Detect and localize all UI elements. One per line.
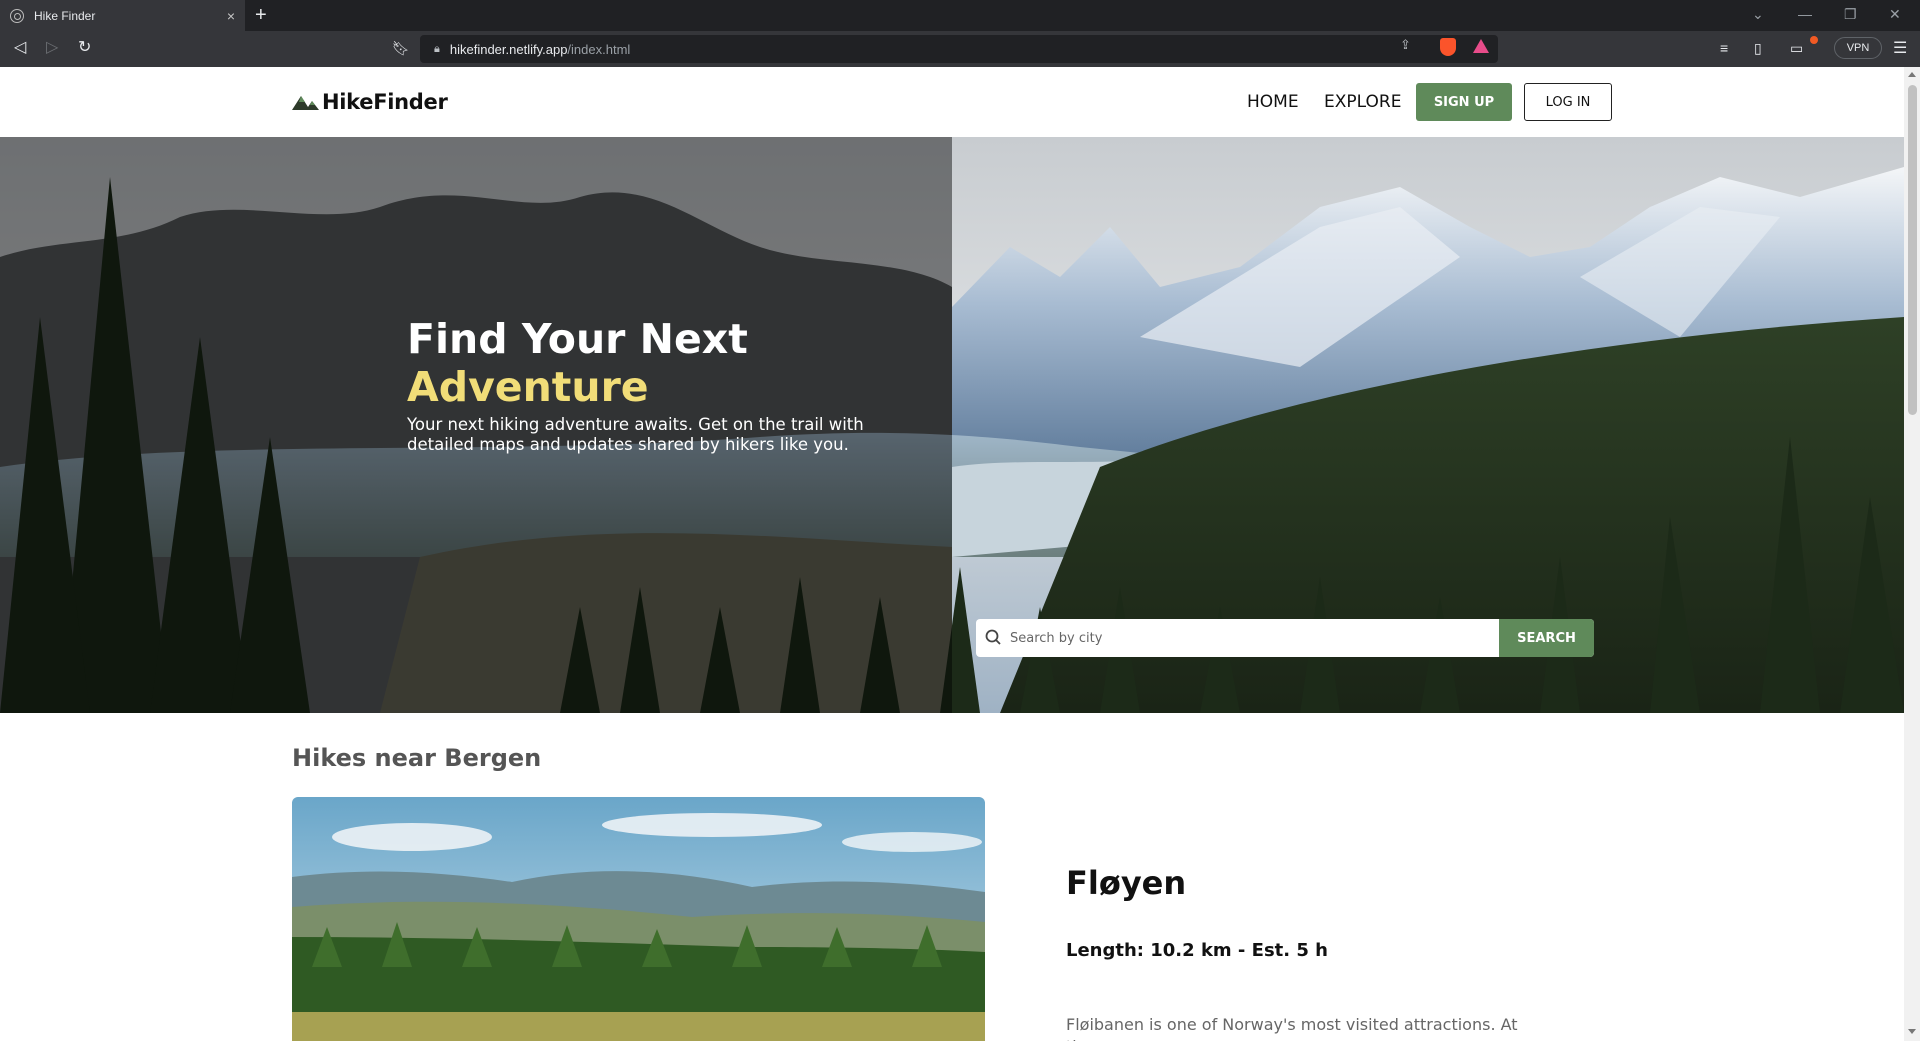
restore-icon[interactable]: ❐: [1844, 6, 1857, 23]
search-bar: SEARCH: [976, 619, 1594, 657]
tab-close-icon[interactable]: ×: [227, 8, 235, 24]
brave-shields-icon[interactable]: [1440, 38, 1456, 56]
hero-title: Find Your Next Adventure: [407, 315, 748, 411]
search-button[interactable]: SEARCH: [1499, 619, 1594, 657]
browser-tab-active[interactable]: Hike Finder ×: [0, 0, 245, 31]
hike-description: Fløibanen is one of Norway's most visite…: [1066, 1015, 1518, 1041]
section-title: Hikes near Bergen: [292, 744, 542, 772]
forward-icon[interactable]: ▷: [46, 39, 58, 57]
hero-subtitle: Your next hiking adventure awaits. Get o…: [407, 415, 864, 454]
globe-icon: [10, 8, 24, 23]
hero-title-accent: Adventure: [407, 363, 649, 411]
hike-photo: [292, 797, 985, 1041]
reload-icon[interactable]: ↻: [78, 39, 91, 57]
page-scrollbar[interactable]: [1904, 67, 1920, 1041]
hero-section: Find Your Next Adventure Your next hikin…: [0, 137, 1904, 713]
playlist-icon[interactable]: ≡: [1720, 39, 1728, 57]
browser-toolbar: ◁ ▷ ↻ 🔖︎ 🔒︎ hikefinder.netlify.app /inde…: [0, 31, 1920, 67]
hero-title-line1: Find Your Next: [407, 315, 748, 363]
tab-title: Hike Finder: [34, 8, 96, 23]
nav-home[interactable]: HOME: [1247, 92, 1299, 112]
login-button[interactable]: LOG IN: [1524, 83, 1612, 121]
hike-image[interactable]: [292, 797, 985, 1041]
notification-badge: [1810, 36, 1818, 44]
tab-search-chevron-icon[interactable]: ⌄: [1752, 6, 1764, 23]
bookmark-icon[interactable]: 🔖︎: [392, 39, 410, 57]
logo-text: HikeFinder: [322, 90, 448, 114]
scrollbar-thumb[interactable]: [1908, 85, 1917, 415]
close-window-icon[interactable]: ✕: [1889, 6, 1901, 23]
hike-name[interactable]: Fløyen: [1066, 864, 1186, 902]
site-header: HikeFinder HOME EXPLORE SIGN UP LOG IN: [0, 67, 1904, 137]
signup-button[interactable]: SIGN UP: [1416, 83, 1512, 121]
scroll-up-icon[interactable]: [1908, 72, 1916, 77]
hike-length: Length: 10.2 km - Est. 5 h: [1066, 940, 1328, 961]
sidebar-icon[interactable]: ▯: [1754, 39, 1762, 57]
url-host: hikefinder.netlify.app: [449, 41, 568, 57]
share-icon[interactable]: ⇪: [1400, 37, 1411, 53]
search-icon: [976, 619, 1010, 657]
vpn-button[interactable]: VPN: [1834, 37, 1882, 59]
back-icon[interactable]: ◁: [14, 39, 26, 57]
brave-rewards-icon[interactable]: [1473, 39, 1489, 53]
minimize-icon[interactable]: —: [1798, 6, 1812, 22]
menu-icon[interactable]: ☰: [1893, 38, 1907, 58]
mountain-logo-icon: [292, 96, 319, 110]
page-viewport: HikeFinder HOME EXPLORE SIGN UP LOG IN F…: [0, 67, 1904, 1041]
search-input[interactable]: [1010, 619, 1499, 657]
new-tab-icon[interactable]: +: [255, 4, 267, 26]
nav-explore[interactable]: EXPLORE: [1324, 92, 1401, 112]
lock-icon: 🔒︎: [434, 42, 440, 55]
url-path: /index.html: [567, 41, 631, 57]
scroll-down-icon[interactable]: [1908, 1029, 1916, 1034]
browser-tab-strip: Hike Finder × + ⌄ — ❐ ✕: [0, 0, 1920, 31]
site-logo[interactable]: HikeFinder: [292, 90, 448, 114]
wallet-icon[interactable]: ▭: [1790, 39, 1803, 57]
address-bar[interactable]: 🔒︎ hikefinder.netlify.app /index.html: [420, 35, 1498, 63]
